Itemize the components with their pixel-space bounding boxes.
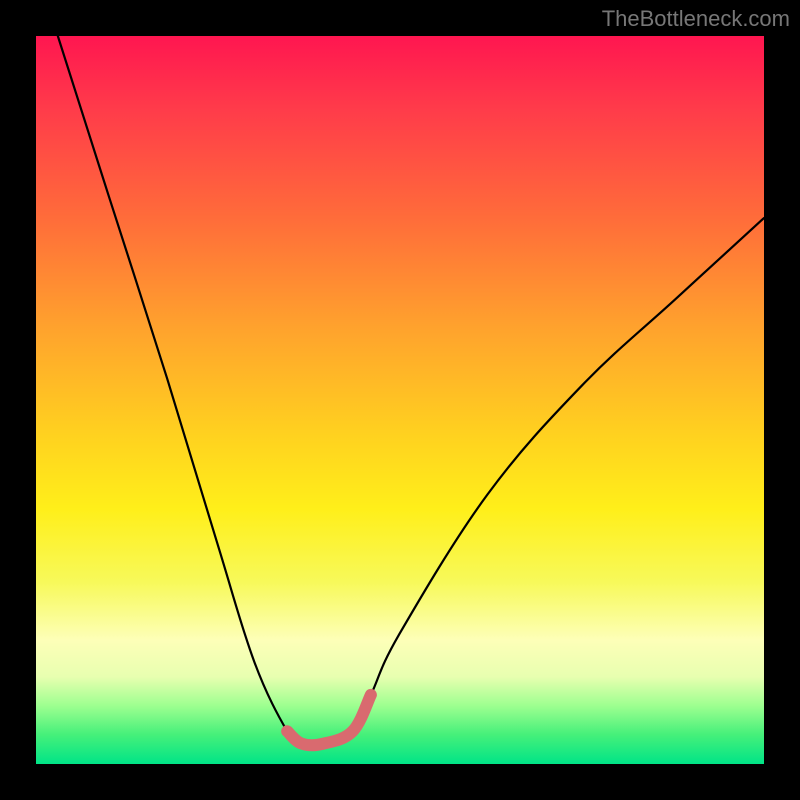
- bottleneck-curve-line: [58, 36, 764, 745]
- plot-area: [36, 36, 764, 764]
- bottom-highlight: [287, 695, 371, 745]
- watermark-text: TheBottleneck.com: [602, 6, 790, 32]
- bottleneck-curve-svg: [36, 36, 764, 764]
- chart-frame: TheBottleneck.com: [0, 0, 800, 800]
